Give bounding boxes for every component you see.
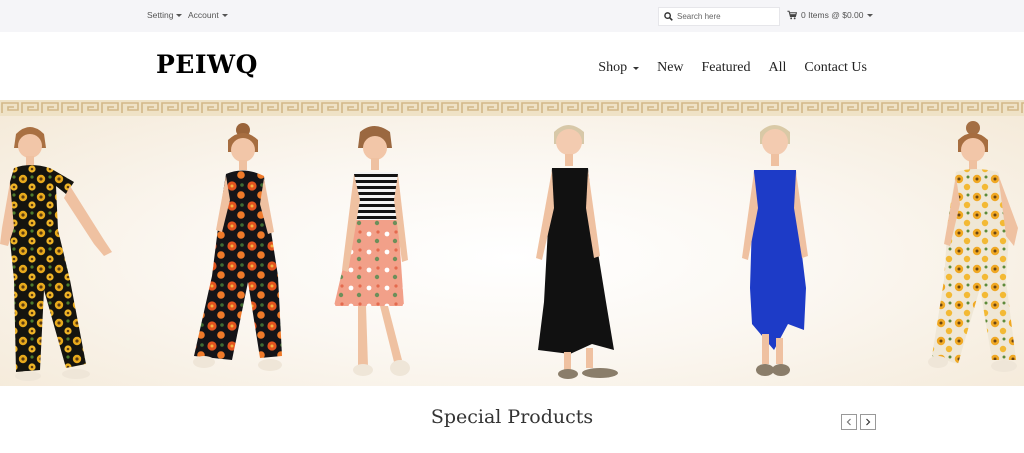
model-photo-1 bbox=[0, 127, 112, 381]
nav-item-label: Shop bbox=[598, 60, 628, 75]
search-input[interactable] bbox=[677, 12, 773, 21]
carousel-controls bbox=[841, 414, 876, 430]
caret-down-icon bbox=[633, 66, 640, 70]
caret-down-icon bbox=[176, 13, 183, 17]
model-photo-6 bbox=[928, 121, 1018, 372]
nav-item-all[interactable]: All bbox=[769, 60, 787, 76]
model-photo-3 bbox=[334, 126, 410, 376]
top-bar: Setting Account 0 Items @ $0.00 bbox=[0, 0, 1024, 32]
main-nav: Shop New Featured All Contact Us bbox=[598, 60, 867, 76]
nav-item-new[interactable]: New bbox=[657, 60, 683, 76]
nav-item-label: Featured bbox=[701, 60, 751, 75]
nav-item-featured[interactable]: Featured bbox=[702, 60, 751, 76]
nav-item-contact-us[interactable]: Contact Us bbox=[804, 60, 867, 76]
carousel-next-button[interactable] bbox=[860, 414, 876, 430]
cart-icon bbox=[787, 10, 797, 20]
caret-down-icon bbox=[221, 13, 228, 17]
nav-item-shop[interactable]: Shop bbox=[598, 60, 640, 76]
search-box bbox=[658, 7, 780, 26]
setting-menu[interactable]: Setting bbox=[147, 10, 183, 20]
nav-item-label: Contact Us bbox=[804, 60, 867, 75]
model-photo-4 bbox=[536, 125, 618, 379]
hero-banner[interactable] bbox=[0, 100, 1024, 386]
caret-down-icon bbox=[866, 13, 873, 17]
cart-dropdown[interactable]: 0 Items @ $0.00 bbox=[787, 10, 873, 20]
chevron-left-icon bbox=[846, 418, 851, 426]
nav-item-label: New bbox=[657, 60, 684, 75]
nav-item-label: All bbox=[768, 60, 787, 75]
account-menu[interactable]: Account bbox=[188, 10, 228, 20]
greek-key-border bbox=[0, 100, 1024, 116]
cart-summary: 0 Items @ $0.00 bbox=[801, 10, 864, 20]
setting-menu-label: Setting bbox=[147, 10, 174, 20]
site-logo[interactable]: PEIWQ bbox=[156, 50, 258, 79]
site-header: PEIWQ Shop New Featured All Contact Us bbox=[0, 32, 1024, 100]
chevron-right-icon bbox=[866, 418, 871, 426]
search-icon[interactable] bbox=[659, 8, 677, 25]
model-photo-5 bbox=[742, 125, 808, 376]
carousel-prev-button[interactable] bbox=[841, 414, 857, 430]
model-photo-2 bbox=[193, 123, 282, 371]
account-menu-label: Account bbox=[188, 10, 219, 20]
